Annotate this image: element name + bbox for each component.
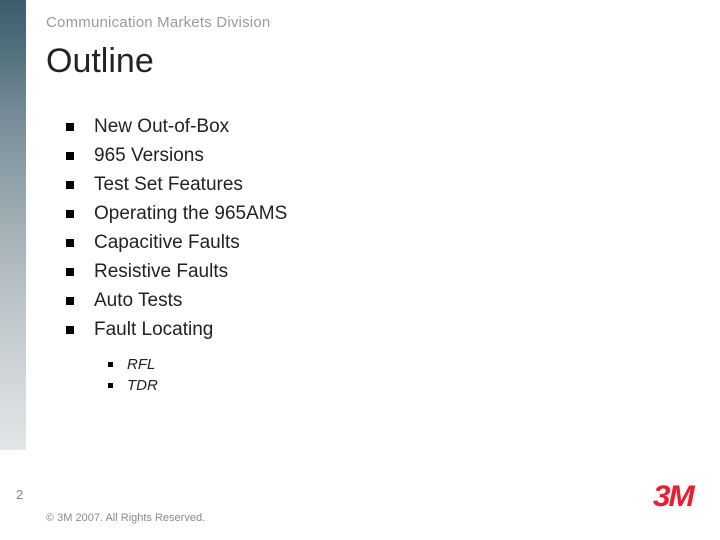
square-bullet-icon	[108, 362, 113, 367]
square-bullet-icon	[66, 239, 74, 247]
list-item: Test Set Features	[66, 174, 287, 196]
list-item-label: Fault Locating	[94, 319, 213, 341]
list-item: 965 Versions	[66, 145, 287, 167]
list-item: New Out-of-Box	[66, 116, 287, 138]
list-item: Operating the 965AMS	[66, 203, 287, 225]
list-item: Fault Locating	[66, 319, 287, 341]
list-item-label: Test Set Features	[94, 174, 243, 196]
list-item-label: RFL	[127, 356, 155, 373]
square-bullet-icon	[66, 210, 74, 218]
logo-3m: 3M	[653, 480, 693, 514]
list-item: Capacitive Faults	[66, 232, 287, 254]
sidebar-decorative-image	[0, 0, 26, 450]
division-label: Communication Markets Division	[46, 14, 270, 31]
list-item-label: TDR	[127, 377, 158, 394]
square-bullet-icon	[108, 383, 113, 388]
list-item-label: Auto Tests	[94, 290, 182, 312]
square-bullet-icon	[66, 326, 74, 334]
square-bullet-icon	[66, 123, 74, 131]
sub-bullet-list: RFL TDR	[108, 356, 158, 398]
list-item: RFL	[108, 356, 158, 373]
list-item-label: 965 Versions	[94, 145, 204, 167]
page-title: Outline	[46, 42, 154, 81]
list-item-label: Operating the 965AMS	[94, 203, 287, 225]
list-item: Resistive Faults	[66, 261, 287, 283]
slide: Communication Markets Division Outline N…	[0, 0, 720, 540]
list-item-label: Capacitive Faults	[94, 232, 240, 254]
list-item: Auto Tests	[66, 290, 287, 312]
square-bullet-icon	[66, 181, 74, 189]
square-bullet-icon	[66, 268, 74, 276]
copyright-text: © 3M 2007. All Rights Reserved.	[46, 512, 205, 524]
main-bullet-list: New Out-of-Box 965 Versions Test Set Fea…	[66, 116, 287, 348]
list-item: TDR	[108, 377, 158, 394]
list-item-label: New Out-of-Box	[94, 116, 229, 138]
list-item-label: Resistive Faults	[94, 261, 228, 283]
page-number: 2	[16, 487, 23, 502]
square-bullet-icon	[66, 297, 74, 305]
square-bullet-icon	[66, 152, 74, 160]
